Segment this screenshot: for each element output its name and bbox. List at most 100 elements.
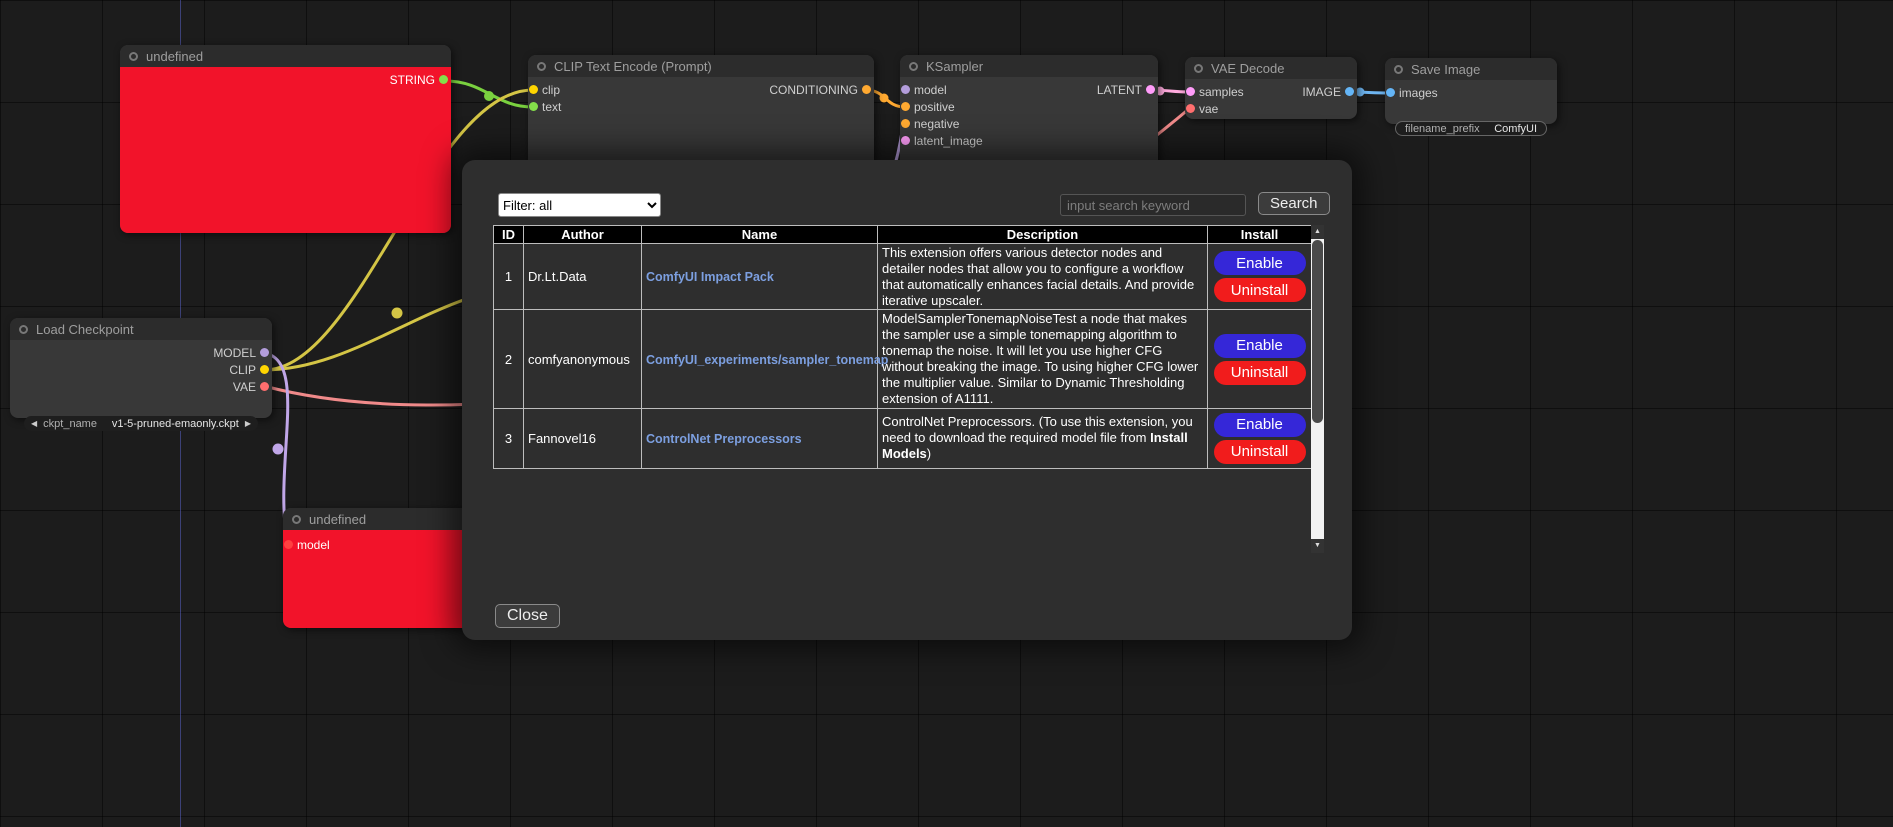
input-slot-positive[interactable]: positive bbox=[914, 100, 955, 114]
node-title-bar[interactable]: Save Image bbox=[1385, 58, 1557, 80]
scroll-up-icon[interactable]: ▲ bbox=[1311, 225, 1324, 239]
output-slot-vae[interactable]: VAE bbox=[233, 380, 256, 394]
slot-row: model LATENT bbox=[900, 81, 1158, 98]
node-body: model LATENT positive negative latent_im… bbox=[900, 77, 1158, 149]
input-slot-clip[interactable]: clip bbox=[542, 83, 560, 97]
uninstall-button[interactable]: Uninstall bbox=[1214, 361, 1306, 385]
node-title-bar[interactable]: KSampler bbox=[900, 55, 1158, 77]
uninstall-button[interactable]: Uninstall bbox=[1214, 440, 1306, 464]
prev-arrow-icon[interactable]: ◀ bbox=[31, 416, 37, 431]
slot-row: CLIP bbox=[10, 361, 272, 378]
positive-slot-icon[interactable] bbox=[901, 102, 910, 111]
node-vae-decode[interactable]: VAE Decode samples IMAGE vae bbox=[1185, 57, 1357, 119]
slot-row: negative bbox=[900, 115, 1158, 132]
collapse-dot-icon[interactable] bbox=[537, 62, 546, 71]
widget-label: ckpt_name bbox=[43, 418, 97, 430]
negative-slot-icon[interactable] bbox=[901, 119, 910, 128]
images-slot-icon[interactable] bbox=[1386, 88, 1395, 97]
input-slot-latent-image[interactable]: latent_image bbox=[914, 134, 983, 148]
node-canvas[interactable]: undefined STRING CLIP Text Encode (Promp… bbox=[0, 0, 1893, 827]
collapse-dot-icon[interactable] bbox=[1194, 64, 1203, 73]
clip-slot-icon[interactable] bbox=[529, 85, 538, 94]
node-title-bar[interactable]: CLIP Text Encode (Prompt) bbox=[528, 55, 874, 77]
node-load-checkpoint[interactable]: Load Checkpoint MODEL CLIP VAE ◀ ckpt_na… bbox=[10, 318, 272, 418]
header-id: ID bbox=[494, 226, 524, 244]
enable-button[interactable]: Enable bbox=[1214, 413, 1306, 437]
cell-id: 1 bbox=[494, 244, 524, 310]
search-button[interactable]: Search bbox=[1258, 192, 1330, 215]
input-slot-text[interactable]: text bbox=[542, 100, 561, 114]
filter-select[interactable]: Filter: all bbox=[498, 193, 661, 217]
cell-install: Enable Uninstall bbox=[1208, 310, 1312, 408]
model-slot-icon[interactable] bbox=[901, 85, 910, 94]
clip-slot-icon[interactable] bbox=[260, 365, 269, 374]
text-slot-icon[interactable] bbox=[529, 102, 538, 111]
table-scrollbar[interactable]: ▲ ▼ bbox=[1311, 225, 1324, 553]
extension-link[interactable]: ComfyUI_experiments/sampler_tonemap bbox=[646, 353, 888, 367]
node-title-bar[interactable]: undefined bbox=[120, 45, 451, 67]
extension-link[interactable]: ComfyUI Impact Pack bbox=[646, 270, 774, 284]
latent-image-slot-icon[interactable] bbox=[901, 136, 910, 145]
slot-row: VAE bbox=[10, 378, 272, 395]
table-row: 2 comfyanonymous ComfyUI_experiments/sam… bbox=[494, 310, 1312, 408]
node-body: MODEL CLIP VAE ◀ ckpt_name v1-5-pruned-e… bbox=[10, 340, 272, 395]
input-slot-model[interactable]: model bbox=[297, 538, 330, 552]
input-slot-images[interactable]: images bbox=[1399, 86, 1438, 100]
cell-name: ControlNet Preprocessors bbox=[642, 408, 878, 468]
cell-author: Dr.Lt.Data bbox=[524, 244, 642, 310]
conditioning-slot-icon[interactable] bbox=[862, 85, 871, 94]
output-slot-clip[interactable]: CLIP bbox=[229, 363, 256, 377]
cell-description: This extension offers various detector n… bbox=[878, 244, 1208, 310]
slot-row: text bbox=[528, 98, 874, 115]
cell-id: 2 bbox=[494, 310, 524, 408]
description-text: This extension offers various detector n… bbox=[882, 245, 1194, 308]
slot-row: MODEL bbox=[10, 344, 272, 361]
vae-slot-icon[interactable] bbox=[1186, 104, 1195, 113]
vae-slot-icon[interactable] bbox=[260, 382, 269, 391]
node-save-image[interactable]: Save Image images filename_prefix ComfyU… bbox=[1385, 58, 1557, 124]
scroll-down-icon[interactable]: ▼ bbox=[1311, 539, 1324, 553]
input-slot-model[interactable]: model bbox=[914, 83, 947, 97]
collapse-dot-icon[interactable] bbox=[1394, 65, 1403, 74]
string-slot-icon[interactable] bbox=[439, 75, 448, 84]
model-slot-icon[interactable] bbox=[284, 540, 293, 549]
output-slot-model[interactable]: MODEL bbox=[213, 346, 256, 360]
enable-button[interactable]: Enable bbox=[1214, 334, 1306, 358]
node-body: STRING bbox=[120, 67, 451, 233]
filename-prefix-widget[interactable]: filename_prefix ComfyUI bbox=[1395, 121, 1547, 136]
node-title: undefined bbox=[309, 512, 366, 527]
output-slot-conditioning[interactable]: CONDITIONING bbox=[769, 83, 858, 97]
collapse-dot-icon[interactable] bbox=[19, 325, 28, 334]
samples-slot-icon[interactable] bbox=[1186, 87, 1195, 96]
collapse-dot-icon[interactable] bbox=[129, 52, 138, 61]
close-button[interactable]: Close bbox=[495, 604, 560, 628]
collapse-dot-icon[interactable] bbox=[292, 515, 301, 524]
input-slot-samples[interactable]: samples bbox=[1199, 85, 1244, 99]
latent-slot-icon[interactable] bbox=[1146, 85, 1155, 94]
node-title-bar[interactable]: VAE Decode bbox=[1185, 57, 1357, 79]
scrollbar-thumb[interactable] bbox=[1312, 240, 1323, 423]
description-text: ) bbox=[927, 446, 931, 461]
model-slot-icon[interactable] bbox=[260, 348, 269, 357]
enable-button[interactable]: Enable bbox=[1214, 251, 1306, 275]
output-slot-latent[interactable]: LATENT bbox=[1097, 83, 1142, 97]
header-name: Name bbox=[642, 226, 878, 244]
table-row: 1 Dr.Lt.Data ComfyUI Impact Pack This ex… bbox=[494, 244, 1312, 310]
collapse-dot-icon[interactable] bbox=[909, 62, 918, 71]
header-description: Description bbox=[878, 226, 1208, 244]
node-title: KSampler bbox=[926, 59, 983, 74]
ckpt-name-widget[interactable]: ◀ ckpt_name v1-5-pruned-emaonly.ckpt ▶ bbox=[24, 416, 258, 431]
search-input[interactable] bbox=[1060, 194, 1246, 216]
input-slot-negative[interactable]: negative bbox=[914, 117, 959, 131]
image-slot-icon[interactable] bbox=[1345, 87, 1354, 96]
output-slot-image[interactable]: IMAGE bbox=[1302, 85, 1341, 99]
extension-link[interactable]: ControlNet Preprocessors bbox=[646, 432, 802, 446]
node-body: images filename_prefix ComfyUI bbox=[1385, 80, 1557, 101]
output-slot-string[interactable]: STRING bbox=[120, 71, 451, 88]
next-arrow-icon[interactable]: ▶ bbox=[245, 416, 251, 431]
node-title-bar[interactable]: Load Checkpoint bbox=[10, 318, 272, 340]
node-title: undefined bbox=[146, 49, 203, 64]
uninstall-button[interactable]: Uninstall bbox=[1214, 278, 1306, 302]
input-slot-vae[interactable]: vae bbox=[1199, 102, 1218, 116]
node-undefined-top[interactable]: undefined STRING bbox=[120, 45, 451, 233]
